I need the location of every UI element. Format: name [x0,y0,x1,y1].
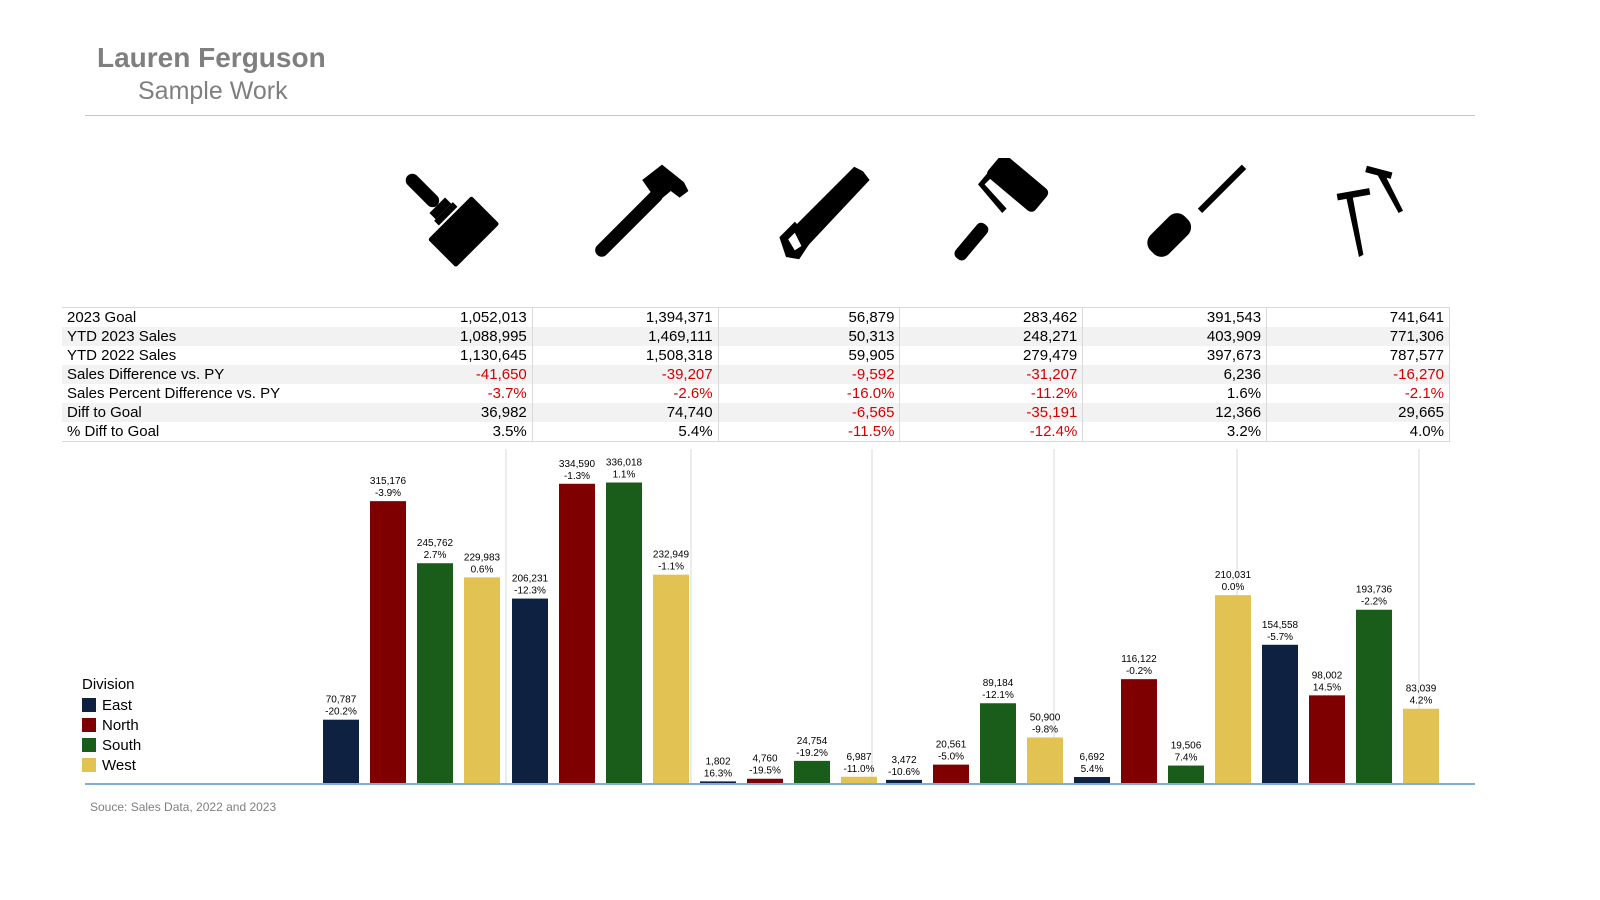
bar-east [512,598,548,783]
bar-pct-label: -1.1% [658,562,684,573]
bar-pct-label: 0.0% [1222,582,1245,593]
bar-value-label: 24,754 [797,736,828,747]
bar-pct-label: 4.2% [1410,696,1433,707]
legend-swatch [82,758,96,772]
bar-south [1168,765,1204,783]
bar-value-label: 336,018 [606,458,643,469]
bar-west [653,574,689,783]
bar-south [1356,609,1392,783]
bar-pct-label: -0.2% [1126,666,1152,677]
bar-pct-label: 0.6% [471,564,494,575]
bar-value-label: 6,987 [846,752,871,763]
source-note: Souce: Sales Data, 2022 and 2023 [90,800,277,814]
legend-label: East [102,696,133,714]
bar-east [323,719,359,783]
bar-pct-label: -12.1% [982,690,1014,701]
bar-south [417,563,453,783]
bar-pct-label: -5.7% [1267,632,1293,643]
legend-swatch [82,698,96,712]
bar-value-label: 245,762 [417,538,454,549]
bar-pct-label: -11.0% [844,764,875,775]
bar-west [1027,737,1063,783]
legend-label: West [102,756,136,774]
bar-value-label: 70,787 [326,695,357,706]
bar-value-label: 19,506 [1171,741,1202,752]
bar-north [370,501,406,783]
bar-pct-label: -3.9% [375,488,401,499]
bar-value-label: 50,900 [1030,712,1061,723]
bar-east [886,779,922,783]
legend-label: North [102,716,139,734]
bar-east [1074,777,1110,783]
bar-value-label: 3,472 [891,755,916,766]
bar-value-label: 193,736 [1356,585,1393,596]
bar-north [559,483,595,783]
bar-west [841,776,877,783]
bar-pct-label: -19.2% [796,748,828,759]
bar-value-label: 315,176 [370,476,407,487]
chart-legend: Division East North South West [82,676,141,775]
bar-pct-label: 5.4% [1081,764,1104,775]
bar-east [700,781,736,783]
bar-south [606,482,642,783]
bar-pct-label: -9.8% [1032,724,1058,735]
bar-north [933,764,969,783]
bar-pct-label: -2.2% [1361,597,1387,608]
bar-south [794,760,830,783]
bar-north [1309,695,1345,783]
bar-pct-label: 16.3% [704,768,732,779]
legend-swatch [82,738,96,752]
bar-north [747,778,783,783]
bar-value-label: 20,561 [936,740,967,751]
bar-value-label: 232,949 [653,550,690,561]
bar-west [1215,595,1251,783]
bar-north [1121,679,1157,783]
bar-pct-label: -20.2% [325,707,357,718]
legend-title: Division [82,676,135,693]
bar-value-label: 4,760 [752,754,777,765]
bar-value-label: 89,184 [983,678,1014,689]
bar-pct-label: 1.1% [613,470,636,481]
bar-value-label: 154,558 [1262,620,1299,631]
legend-item: South [82,735,141,755]
bar-value-label: 98,002 [1312,670,1343,681]
bar-value-label: 206,231 [512,574,549,585]
bar-pct-label: 2.7% [424,550,447,561]
bar-pct-label: -1.3% [564,471,590,482]
bar-pct-label: -5.0% [938,752,964,763]
bar-value-label: 334,590 [559,459,596,470]
bar-pct-label: -19.5% [749,766,781,777]
bar-pct-label: -10.6% [888,767,920,778]
legend-item: West [82,755,141,775]
legend-label: South [102,736,142,754]
bar-pct-label: -12.3% [514,586,546,597]
bar-value-label: 1,802 [705,756,730,767]
bar-pct-label: 7.4% [1175,753,1198,764]
bar-value-label: 6,692 [1079,752,1104,763]
bar-value-label: 210,031 [1215,570,1252,581]
legend-item: East [82,695,141,715]
bar-east [1262,644,1298,783]
division-bar-chart: 70,787-20.2% 315,176-3.9% 245,7622.7% 229,9… [85,449,1475,785]
legend-item: North [82,715,141,735]
bar-value-label: 83,039 [1406,684,1437,695]
bar-value-label: 116,122 [1121,654,1157,665]
legend-swatch [82,718,96,732]
bar-west [1403,708,1439,783]
bar-west [464,577,500,783]
bar-value-label: 229,983 [464,552,501,563]
bar-south [980,703,1016,783]
bar-pct-label: 14.5% [1313,682,1341,693]
